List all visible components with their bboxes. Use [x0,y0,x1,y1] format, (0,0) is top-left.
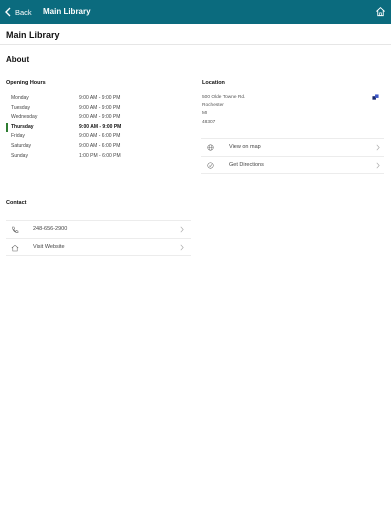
navigation-bar: Back Main Library [0,0,391,24]
contact-list: 248-656-2900 Visit Website [6,220,191,256]
hours-day: Sunday [11,152,28,159]
hours-day: Monday [11,95,29,101]
hours-day: Friday [11,133,25,140]
back-button[interactable]: Back [4,0,32,24]
view-on-map-row[interactable]: View on map [201,138,384,156]
view-on-map-label: View on map [229,144,261,150]
contact-heading: Contact [6,200,27,206]
chevron-right-icon [376,144,380,151]
hours-day: Wednesday [11,114,38,121]
hours-time: 9:00 AM - 9:00 PM [79,114,121,121]
chevron-right-icon [180,226,184,233]
hours-time: 9:00 AM - 9:00 PM [79,95,121,101]
divider [0,44,391,45]
section-heading-about: About [6,55,30,64]
hours-row-sunday: Sunday 1:00 PM - 6:00 PM [6,152,146,162]
hours-day: Saturday [11,142,32,149]
visit-website-row[interactable]: Visit Website [6,238,191,256]
hours-day: Tuesday [11,104,30,111]
hours-row-saturday: Saturday 9:00 AM - 6:00 PM [6,142,146,152]
hours-row-wednesday: Wednesday 9:00 AM - 9:00 PM [6,113,146,123]
phone-number: 248-656-2900 [33,226,68,232]
hours-time: 9:00 AM - 6:00 PM [79,142,121,149]
hours-time: 9:00 AM - 6:00 PM [79,133,121,140]
address-zip: 48307 [202,119,216,125]
address-city: Rochester [202,103,224,109]
get-directions-row[interactable]: Get Directions [201,156,384,174]
hours-row-monday: Monday 9:00 AM - 9:00 PM [6,94,146,104]
hours-row-tuesday: Tuesday 9:00 AM - 9:00 PM [6,104,146,114]
phone-row[interactable]: 248-656-2900 [6,220,191,238]
phone-icon [12,226,19,233]
page-title: Main Library [6,30,60,40]
get-directions-label: Get Directions [229,162,264,168]
hours-row-friday: Friday 9:00 AM - 6:00 PM [6,132,146,142]
location-icon [372,94,379,100]
location-actions: View on map Get Directions [201,138,384,174]
address-state: MI [202,111,208,117]
chevron-left-icon [5,7,11,17]
address-block: 500 Olde Towne Rd. Rochester MI 48307 [202,94,245,127]
globe-icon [207,144,214,151]
hours-row-thursday-today: Thursday 9:00 AM - 9:00 PM [6,122,146,133]
directions-icon [207,162,214,169]
visit-website-label: Visit Website [33,244,65,250]
hours-time: 1:00 PM - 6:00 PM [79,152,121,159]
chevron-right-icon [376,162,380,169]
opening-hours-list: Monday 9:00 AM - 9:00 PM Tuesday 9:00 AM… [6,94,146,161]
address-street: 500 Olde Towne Rd. [202,95,246,100]
home-icon[interactable] [375,6,386,17]
location-heading: Location [202,80,225,86]
hours-time: 9:00 AM - 9:00 PM [79,104,121,111]
back-label: Back [15,7,32,17]
opening-hours-heading: Opening Hours [6,80,46,86]
chevron-right-icon [180,244,184,251]
home-icon [11,244,19,252]
navbar-title: Main Library [43,7,91,16]
hours-time: 9:00 AM - 9:00 PM [79,123,122,130]
hours-day: Thursday [11,123,34,130]
